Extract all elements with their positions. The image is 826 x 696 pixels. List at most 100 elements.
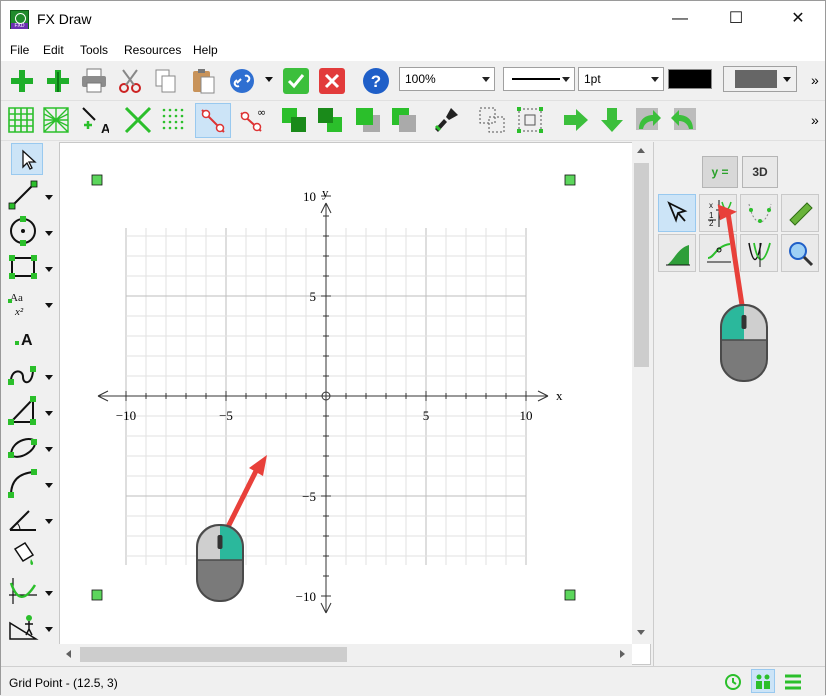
- vertical-scrollbar[interactable]: [632, 142, 651, 644]
- print-icon[interactable]: [79, 66, 109, 96]
- rectangle-tool-dropdown-icon[interactable]: [45, 267, 53, 272]
- scroll-left-icon[interactable]: [66, 650, 71, 658]
- hamburger-menu-icon[interactable]: [783, 673, 803, 691]
- chevron-down-icon: [651, 77, 659, 82]
- tangent-button[interactable]: [699, 234, 737, 272]
- zoom-select[interactable]: 100%: [399, 67, 495, 91]
- graph-function-tool-icon[interactable]: [7, 575, 39, 607]
- curve-tool-dropdown-icon[interactable]: [45, 375, 53, 380]
- send-backward-icon[interactable]: [389, 105, 419, 135]
- move-down-icon[interactable]: [597, 105, 627, 135]
- link-icon[interactable]: [227, 66, 257, 96]
- selection-handle[interactable]: [91, 589, 103, 601]
- bring-front-icon[interactable]: [279, 105, 309, 135]
- axes-label-icon[interactable]: A: [79, 105, 109, 135]
- fill-bucket-icon[interactable]: [7, 539, 39, 571]
- toolbar-overflow-button[interactable]: »: [811, 72, 819, 88]
- iso-grid-icon[interactable]: [41, 105, 71, 135]
- new-window-icon[interactable]: [43, 66, 73, 96]
- line-width-select[interactable]: 1pt: [578, 67, 664, 91]
- clipart-tool-icon[interactable]: [7, 611, 39, 643]
- send-back-icon[interactable]: [315, 105, 345, 135]
- table-of-values-button[interactable]: x12: [699, 194, 737, 232]
- tab-equation[interactable]: y =: [702, 156, 738, 188]
- arc-tool-dropdown-icon[interactable]: [45, 447, 53, 452]
- grid-icon[interactable]: [6, 105, 36, 135]
- link-dropdown-arrow-icon[interactable]: [265, 77, 273, 82]
- bring-forward-icon[interactable]: [353, 105, 383, 135]
- line-color-swatch[interactable]: [668, 69, 712, 89]
- drawing-toolbar-overflow-button[interactable]: »: [811, 112, 819, 128]
- paste-icon[interactable]: [189, 66, 219, 96]
- tab-3d[interactable]: 3D: [742, 156, 778, 188]
- angle-tool-dropdown-icon[interactable]: [45, 519, 53, 524]
- snap-infinity-icon[interactable]: ∞: [237, 105, 267, 135]
- group-icon[interactable]: [515, 105, 545, 135]
- bezier-tool-icon[interactable]: [7, 467, 39, 499]
- circle-tool-dropdown-icon[interactable]: [45, 231, 53, 236]
- scroll-up-icon[interactable]: [637, 148, 645, 153]
- scroll-down-icon[interactable]: [637, 630, 645, 635]
- history-clock-icon[interactable]: [723, 672, 743, 692]
- classroom-toggle[interactable]: [751, 669, 775, 693]
- rectangle-tool-icon[interactable]: [7, 251, 39, 283]
- fill-color-select[interactable]: [723, 66, 797, 92]
- line-style-select[interactable]: [503, 67, 575, 91]
- move-right-icon[interactable]: [561, 105, 591, 135]
- people-icon: [756, 674, 770, 689]
- arc-tool-icon[interactable]: [7, 431, 39, 463]
- polygon-tool-icon[interactable]: [7, 395, 39, 427]
- circle-tool-icon[interactable]: [7, 215, 39, 247]
- rotate-right-icon[interactable]: [633, 105, 663, 135]
- ruler-icon: [789, 202, 813, 226]
- graph-tool-dropdown-icon[interactable]: [45, 591, 53, 596]
- selection-handle[interactable]: [564, 174, 576, 186]
- drawing-canvas[interactable]: x y −10 −5 5 10 10 5 −5 −10: [59, 142, 651, 665]
- menu-tools[interactable]: Tools: [80, 43, 108, 57]
- line-tool-dropdown-icon[interactable]: [45, 195, 53, 200]
- cancel-x-icon[interactable]: [317, 66, 347, 96]
- clipart-tool-dropdown-icon[interactable]: [45, 627, 53, 632]
- ungroup-icon[interactable]: [477, 105, 507, 135]
- vertical-scroll-thumb[interactable]: [634, 163, 649, 367]
- delete-cross-icon[interactable]: [123, 105, 153, 135]
- cut-icon[interactable]: [115, 66, 145, 96]
- select-tool[interactable]: [11, 143, 43, 175]
- equation-text-tool-icon[interactable]: Aax²: [7, 287, 39, 319]
- polygon-tool-dropdown-icon[interactable]: [45, 411, 53, 416]
- text-tool-icon[interactable]: A: [7, 323, 39, 355]
- bezier-tool-dropdown-icon[interactable]: [45, 483, 53, 488]
- menu-file[interactable]: File: [10, 43, 29, 57]
- line-tool-icon[interactable]: [7, 179, 39, 211]
- ruler-button[interactable]: [781, 194, 819, 232]
- horizontal-scrollbar[interactable]: [59, 644, 632, 665]
- plot-points-button[interactable]: [740, 194, 778, 232]
- close-button[interactable]: ✕: [775, 1, 821, 37]
- menu-help[interactable]: Help: [193, 43, 218, 57]
- help-icon[interactable]: ?: [361, 66, 391, 96]
- menu-edit[interactable]: Edit: [43, 43, 64, 57]
- graph-select-button[interactable]: [658, 194, 696, 232]
- horizontal-scroll-thumb[interactable]: [80, 647, 347, 662]
- cartesian-graph[interactable]: x y −10 −5 5 10 10 5 −5 −10: [60, 143, 632, 645]
- selection-handle[interactable]: [91, 174, 103, 186]
- new-file-icon[interactable]: [7, 66, 37, 96]
- selection-handle[interactable]: [564, 589, 576, 601]
- x-tick-label: 5: [423, 408, 430, 423]
- zoom-graph-button[interactable]: [781, 234, 819, 272]
- angle-tool-icon[interactable]: [7, 503, 39, 535]
- ok-check-icon[interactable]: [281, 66, 311, 96]
- rotate-left-icon[interactable]: [669, 105, 699, 135]
- scroll-right-icon[interactable]: [620, 650, 625, 658]
- format-painter-icon[interactable]: [431, 105, 461, 135]
- copy-icon[interactable]: [151, 66, 181, 96]
- curve-tool-icon[interactable]: [7, 359, 39, 391]
- dot-grid-icon[interactable]: [159, 105, 189, 135]
- equation-tool-dropdown-icon[interactable]: [45, 303, 53, 308]
- snap-grid-toggle[interactable]: [195, 103, 231, 138]
- maximize-button[interactable]: ☐: [713, 1, 759, 37]
- menu-resources[interactable]: Resources: [124, 43, 181, 57]
- minimize-button[interactable]: —: [657, 1, 703, 37]
- area-under-curve-button[interactable]: [658, 234, 696, 272]
- intersection-button[interactable]: [740, 234, 778, 272]
